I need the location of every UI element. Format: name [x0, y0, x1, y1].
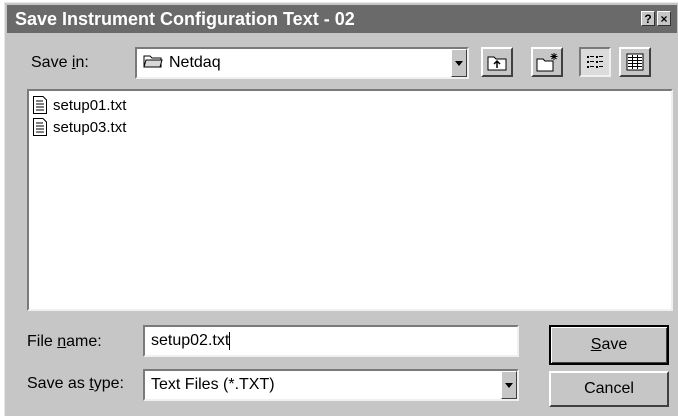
cancel-button-label: Cancel: [584, 380, 634, 397]
save-as-type-combo[interactable]: Text Files (*.TXT): [143, 369, 519, 401]
save-button-label: Save: [590, 336, 628, 353]
up-one-level-button[interactable]: [481, 47, 513, 77]
file-name-value: setup02.txt: [151, 331, 231, 350]
close-icon: ×: [660, 12, 668, 26]
save-as-type-value: Text Files (*.TXT): [151, 376, 275, 393]
create-new-folder-button[interactable]: [531, 47, 563, 77]
title-bar[interactable]: Save Instrument Configuration Text - 02 …: [7, 5, 677, 33]
save-in-label: Save in:: [31, 54, 89, 71]
up-folder-icon: [487, 56, 507, 71]
file-name-input[interactable]: setup02.txt: [143, 325, 519, 357]
save-in-combo[interactable]: Netdaq: [135, 47, 469, 79]
new-folder-icon: [536, 53, 558, 72]
file-name-label: setup03.txt: [53, 119, 127, 136]
cancel-button[interactable]: Cancel: [549, 371, 669, 407]
save-in-dropdown-button[interactable]: [451, 49, 467, 77]
details-view-icon: [626, 53, 644, 71]
details-view-button[interactable]: [619, 47, 651, 77]
list-item[interactable]: setup03.txt: [33, 117, 126, 139]
list-view-icon: [587, 56, 603, 68]
file-name-label: setup01.txt: [53, 97, 127, 114]
file-name-label: File name:: [27, 333, 102, 350]
file-list[interactable]: setup01.txt setup03.txt: [27, 89, 673, 311]
save-in-value: Netdaq: [143, 49, 221, 77]
save-dialog: Save Instrument Configuration Text - 02 …: [4, 2, 678, 416]
close-button[interactable]: ×: [657, 11, 671, 26]
window-title: Save Instrument Configuration Text - 02: [15, 9, 355, 29]
text-file-icon: [33, 118, 47, 137]
save-as-type-dropdown-button[interactable]: [501, 371, 517, 399]
folder-icon: [143, 55, 163, 68]
help-button[interactable]: ?: [641, 11, 655, 26]
text-file-icon: [33, 96, 47, 115]
save-button[interactable]: Save: [549, 325, 669, 365]
help-icon: ?: [644, 12, 652, 26]
text-cursor: [229, 331, 231, 350]
save-as-type-label: Save as type:: [27, 375, 124, 392]
list-item[interactable]: setup01.txt: [33, 95, 126, 117]
list-view-button[interactable]: [579, 47, 611, 77]
